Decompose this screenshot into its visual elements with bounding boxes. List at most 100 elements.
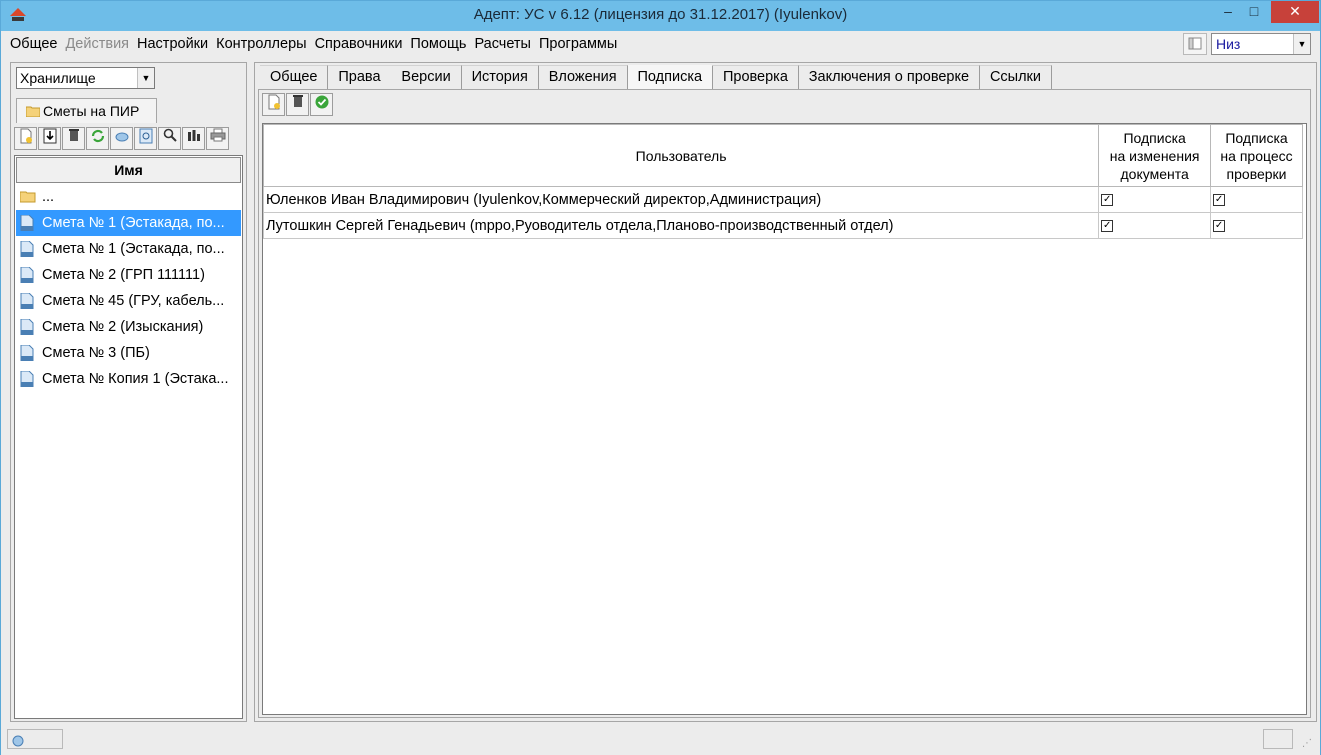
apply-button[interactable] [310,93,333,116]
list-item-label: Смета № 2 (ГРП 111111) [42,267,205,283]
preview-icon [139,128,152,144]
review-process-checkbox[interactable]: ✓ [1213,193,1226,206]
column-header-review-process[interactable]: Подписка на процесс проверки [1210,124,1303,187]
review-process-checkbox[interactable]: ✓ [1213,219,1226,232]
refresh-button[interactable] [86,127,109,150]
preview-button[interactable] [134,127,157,150]
menu-programs[interactable]: Программы [535,33,621,52]
delete-subscription-button[interactable] [286,93,309,116]
check-circle-icon [315,95,328,109]
list-item-parent-folder[interactable]: ... [16,184,241,210]
storage-select[interactable]: Хранилище ▼ [16,67,155,89]
tab-review-conclusions[interactable]: Заключения о проверке [798,65,981,89]
link-button[interactable] [110,127,133,150]
folder-icon [26,106,40,117]
list-item[interactable]: Смета № 1 (Эстакада, по... [16,210,241,236]
document-icon [20,267,34,283]
menu-actions[interactable]: Действия [61,33,133,52]
doc-changes-cell[interactable]: ✓ [1098,186,1212,213]
list-item-label: Смета № 3 (ПБ) [42,345,150,361]
chevron-down-icon[interactable]: ▼ [137,68,154,88]
tab-general[interactable]: Общее [260,65,329,89]
folder-tab[interactable]: Сметы на ПИР [16,98,157,123]
review-process-cell[interactable]: ✓ [1210,212,1303,239]
statistics-button[interactable] [182,127,205,150]
list-item[interactable]: Смета № 2 (ГРП 111111) [16,262,241,288]
doc-changes-checkbox[interactable]: ✓ [1101,193,1114,206]
menu-help[interactable]: Помощь [406,33,470,52]
list-item[interactable]: Смета № 45 (ГРУ, кабель... [16,288,241,314]
new-document-icon [268,94,280,110]
tab-history[interactable]: История [461,65,539,89]
user-cell: Лутошкин Сергей Генадьевич (mppo,Руоводи… [262,212,1100,239]
list-item[interactable]: Смета № Копия 1 (Эстака... [16,366,241,392]
document-icon [20,319,34,335]
print-button[interactable] [206,127,229,150]
tab-rights[interactable]: Права [328,65,392,89]
network-icon [12,735,24,747]
tab-subscription[interactable]: Подписка [627,65,714,89]
tab-links[interactable]: Ссылки [979,65,1053,89]
document-icon [20,215,34,231]
resize-grip-icon[interactable]: ⋰ [1302,738,1316,752]
tab-review[interactable]: Проверка [712,65,799,89]
search-button[interactable] [158,127,181,150]
subscribers-grid: Пользователь Подписка на изменения докумен… [262,123,1307,715]
folder-icon [20,191,36,203]
details-tabs: Общее Права Версии История Вложения Подп… [260,65,1053,89]
tab-attachments[interactable]: Вложения [538,65,628,89]
menu-calculations[interactable]: Расчеты [470,33,535,52]
table-row[interactable]: Лутошкин Сергей Генадьевич (mppo,Руоводи… [262,212,1303,239]
storage-select-value: Хранилище [20,70,96,86]
panel-position-select[interactable]: Низ ▼ [1211,33,1311,55]
bar-chart-icon [187,130,200,141]
search-icon [163,128,177,142]
navigator-panel: Хранилище ▼ Сметы на ПИР Имя ... Смета №… [10,62,247,722]
printer-icon [210,128,225,142]
document-list: Имя ... Смета № 1 (Эстакада, по... Смета… [14,155,243,719]
tab-versions[interactable]: Версии [391,65,462,89]
new-document-button[interactable] [14,127,37,150]
list-item[interactable]: Смета № 2 (Изыскания) [16,314,241,340]
panel-layout-icon [1188,37,1202,50]
minimize-button[interactable]: – [1215,1,1241,23]
document-icon [20,345,34,361]
column-header-user[interactable]: Пользователь [262,124,1100,187]
subscribers-table: Пользователь Подписка на изменения докумен… [262,124,1303,239]
list-item-label: Смета № 45 (ГРУ, кабель... [42,293,225,309]
menu-controllers[interactable]: Контроллеры [212,33,310,52]
document-icon [20,293,34,309]
close-button[interactable]: ✕ [1271,1,1319,23]
list-header-name[interactable]: Имя [16,157,241,183]
download-button[interactable] [38,127,61,150]
chevron-down-icon[interactable]: ▼ [1293,34,1310,54]
menu-general[interactable]: Общее [6,33,61,52]
trash-icon [68,129,79,141]
user-cell: Юленков Иван Владимирович (Iyulenkov,Ком… [262,186,1100,213]
doc-changes-cell[interactable]: ✓ [1098,212,1212,239]
list-item-label: Смета № Копия 1 (Эстака... [42,371,229,387]
menu-settings[interactable]: Настройки [133,33,212,52]
list-item-label: Смета № 1 (Эстакада, по... [42,215,225,231]
list-item[interactable]: Смета № 1 (Эстакада, по... [16,236,241,262]
subscription-toolbar [262,93,334,117]
title-bar: Адепт: УС v 6.12 (лицензия до 31.12.2017… [1,1,1320,31]
list-item-label: Смета № 1 (Эстакада, по... [42,241,225,257]
review-process-cell[interactable]: ✓ [1210,186,1303,213]
left-toolbar [14,127,230,151]
document-icon [20,371,34,387]
table-header-row: Пользователь Подписка на изменения докумен… [262,124,1303,187]
window-title: Адепт: УС v 6.12 (лицензия до 31.12.2017… [473,6,848,23]
table-row[interactable]: Юленков Иван Владимирович (Iyulenkov,Ком… [262,186,1303,213]
delete-button[interactable] [62,127,85,150]
menu-references[interactable]: Справочники [311,33,407,52]
status-cell-connection [7,729,63,749]
list-item[interactable]: Смета № 3 (ПБ) [16,340,241,366]
column-header-doc-changes[interactable]: Подписка на изменения документа [1098,124,1212,187]
maximize-button[interactable]: □ [1241,1,1267,23]
list-item-label: ... [42,189,55,205]
add-subscription-button[interactable] [262,93,285,116]
panel-layout-button[interactable] [1183,33,1207,55]
list-item-label: Смета № 2 (Изыскания) [42,319,204,335]
doc-changes-checkbox[interactable]: ✓ [1101,219,1114,232]
